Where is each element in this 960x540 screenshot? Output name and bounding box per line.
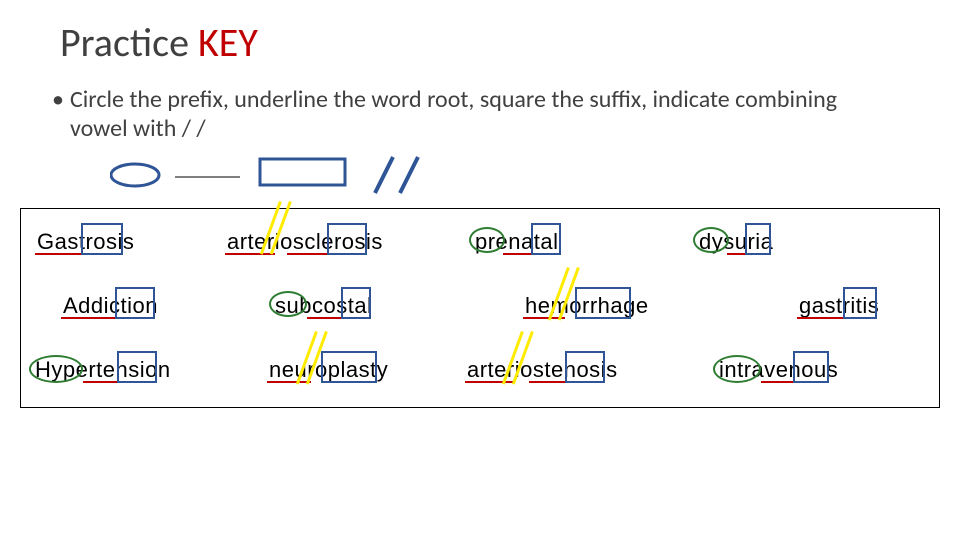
suffix-box xyxy=(745,223,771,255)
root-underline xyxy=(797,317,845,319)
root-underline xyxy=(83,381,119,383)
suffix-box xyxy=(327,223,367,255)
prefix-circle-icon xyxy=(29,355,83,383)
root-underline xyxy=(225,253,275,255)
slide-title: Practice KEY xyxy=(60,18,258,67)
suffix-box xyxy=(81,223,123,255)
suffix-box xyxy=(117,351,157,383)
legend-slash-icon xyxy=(375,157,393,193)
root-underline xyxy=(761,381,795,383)
legend-slash2-icon xyxy=(400,157,418,193)
suffix-box xyxy=(321,351,377,383)
suffix-box xyxy=(575,287,631,319)
suffix-box xyxy=(843,287,877,319)
legend-svg xyxy=(110,155,470,205)
suffix-box xyxy=(531,223,561,255)
root-underline xyxy=(465,381,515,383)
root-underline xyxy=(503,253,533,255)
suffix-box xyxy=(341,287,371,319)
root-underline xyxy=(61,317,117,319)
suffix-box xyxy=(115,287,155,319)
title-key: KEY xyxy=(198,18,258,67)
root-underline xyxy=(529,381,567,383)
root-underline xyxy=(287,253,329,255)
root-underline xyxy=(727,253,747,255)
suffix-box xyxy=(565,351,605,383)
root-underline xyxy=(307,317,343,319)
suffix-box xyxy=(793,351,829,383)
bullet-dot-icon: • xyxy=(52,86,70,115)
legend-square-icon xyxy=(260,159,345,185)
legend-circle-icon xyxy=(111,164,159,186)
instruction-text: Circle the prefix, underline the word ro… xyxy=(70,85,837,143)
prefix-circle-icon xyxy=(469,227,505,253)
instruction-bullet: •Circle the prefix, underline the word r… xyxy=(70,86,890,144)
root-underline xyxy=(267,381,311,383)
prefix-circle-icon xyxy=(693,227,729,253)
root-underline xyxy=(35,253,83,255)
prefix-circle-icon xyxy=(713,355,761,383)
prefix-circle-icon xyxy=(269,291,307,317)
legend-shapes xyxy=(110,155,470,205)
answer-grid: Gastrosis arteriosclerosis prenatal dysu… xyxy=(20,208,940,408)
title-practice: Practice xyxy=(60,18,198,67)
